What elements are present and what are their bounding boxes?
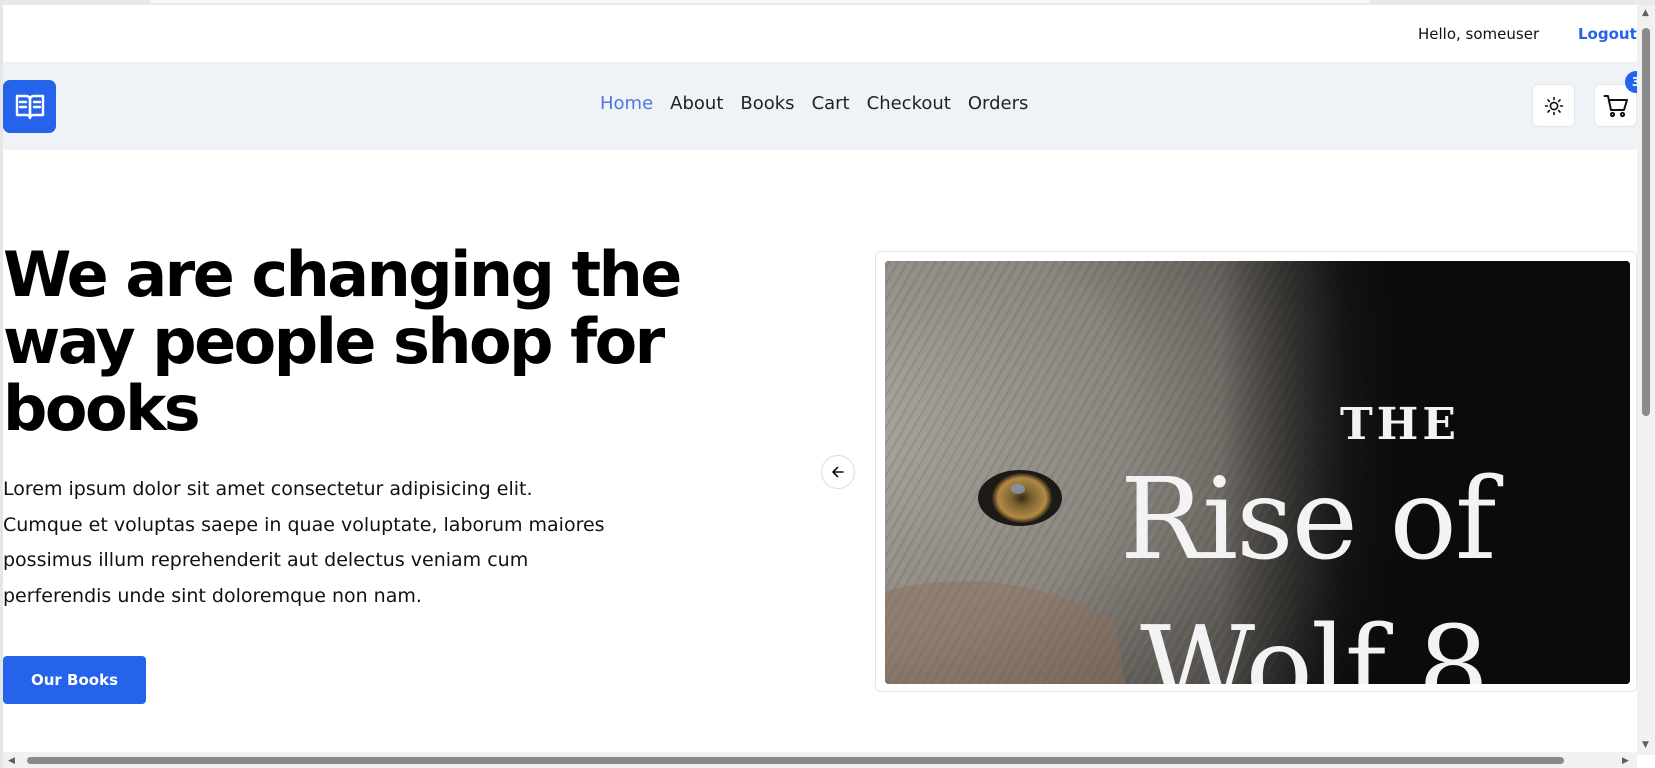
logo-button[interactable] [3,80,56,133]
scroll-down-arrow-icon[interactable]: ▼ [1642,740,1649,750]
logout-link[interactable]: Logout [1578,25,1637,43]
nav-links: Home About Books Cart Checkout Orders [600,93,1045,114]
sun-icon [1544,96,1563,115]
cover-title-line1: THE [1340,399,1460,450]
scroll-up-arrow-icon[interactable]: ▲ [1642,8,1649,18]
our-books-button[interactable]: Our Books [3,656,146,704]
nav-link-about[interactable]: About [670,93,723,114]
theme-toggle-button[interactable] [1532,84,1575,127]
carousel-prev-button[interactable] [821,455,855,489]
hero-description: Lorem ipsum dolor sit amet consectetur a… [3,478,605,607]
main-navbar: Home About Books Cart Checkout Orders 3 [3,62,1647,150]
scroll-right-arrow-icon[interactable]: ▶ [1622,756,1629,766]
nav-link-books[interactable]: Books [740,93,794,114]
horizontal-scroll-thumb[interactable] [27,757,1564,764]
nav-link-home[interactable]: Home [600,93,653,114]
nav-link-cart[interactable]: Cart [812,93,850,114]
user-bar: Hello, someuser Logout [3,5,1637,62]
hero-title: We are changing the way people shop for … [3,238,682,445]
book-cover-image[interactable]: THE Rise of Wolf 8 [885,261,1630,684]
arrow-left-icon [832,466,844,478]
cover-title-line3: Wolf 8 [1140,603,1487,684]
cover-title-line2: Rise of [1120,455,1504,585]
wolf-cover-art: THE Rise of Wolf 8 [885,261,1630,684]
nav-link-checkout[interactable]: Checkout [867,93,951,114]
cart-icon [1603,94,1628,117]
book-carousel: THE Rise of Wolf 8 [875,251,1637,692]
vertical-scroll-thumb[interactable] [1642,28,1650,416]
nav-link-orders[interactable]: Orders [968,93,1029,114]
scroll-left-arrow-icon[interactable]: ◀ [8,756,15,766]
open-book-icon [15,94,44,119]
greeting-text: Hello, someuser [1418,25,1540,43]
